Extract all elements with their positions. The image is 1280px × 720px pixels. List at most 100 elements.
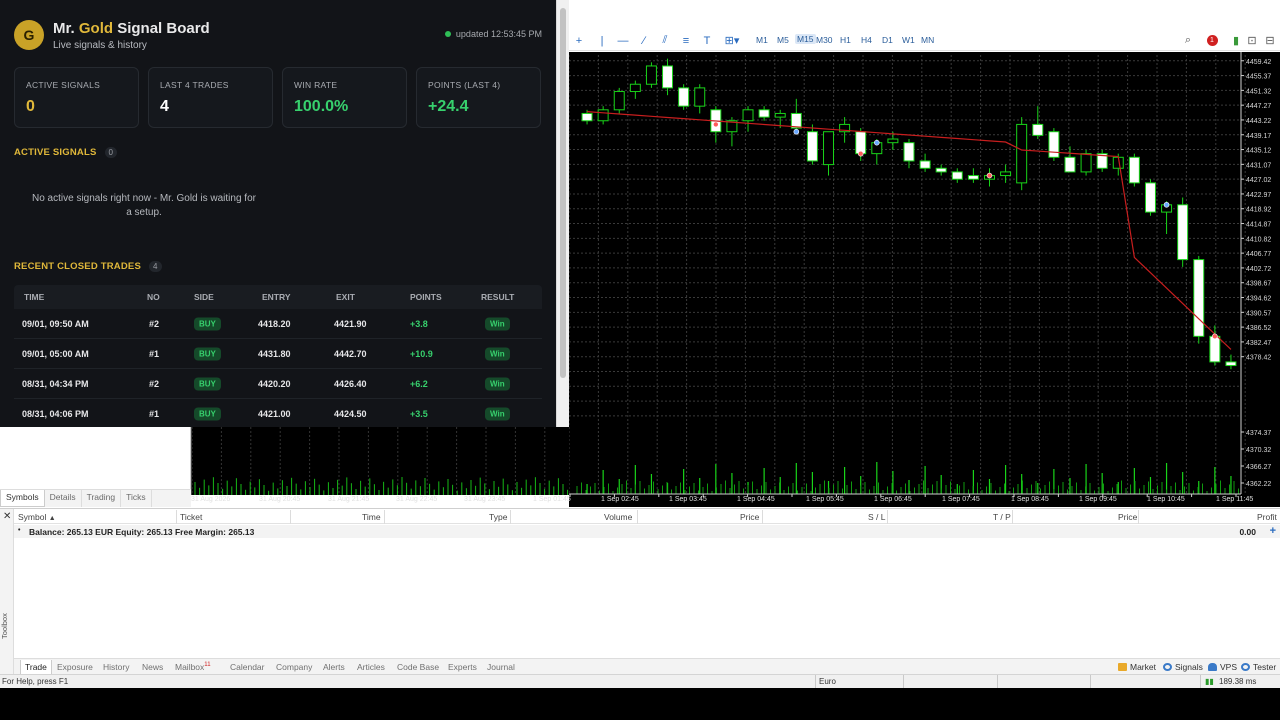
volume-histogram — [191, 427, 575, 495]
tab-symbols[interactable]: Symbols — [0, 490, 45, 507]
shapes-menu-icon[interactable]: ⊞▾ — [721, 34, 743, 47]
timeframe-m30[interactable]: M30 — [816, 35, 833, 45]
trade-time: 08/31, 04:34 PM — [22, 378, 89, 389]
time-tick-label: 31 Aug 2026 — [191, 496, 231, 503]
text-tool-icon[interactable]: T — [700, 34, 714, 47]
candle-body — [597, 109, 609, 122]
vps-button[interactable]: VPS — [1208, 662, 1237, 672]
timeframe-m15[interactable]: M15 — [795, 34, 816, 44]
layout-icon[interactable]: ⊟ — [1263, 34, 1277, 47]
candle-body — [1193, 259, 1205, 337]
col-sl[interactable]: S / L — [868, 512, 885, 522]
col-price2[interactable]: Price — [1118, 512, 1137, 522]
price-tick-label: 4414.87 — [1246, 222, 1271, 229]
board-title-suffix: Signal Board — [117, 20, 210, 37]
candle-body — [1032, 123, 1044, 136]
chart-canvas[interactable]: 4459.42 4455.37 4451.32 4447.27 4443.22 4439.… — [569, 52, 1280, 507]
price-tick-label: 4435.12 — [1246, 148, 1271, 155]
tab-code-base[interactable]: Code Base — [397, 662, 439, 672]
tab-news[interactable]: News — [142, 662, 163, 672]
candle-body — [662, 65, 674, 89]
crosshair-icon[interactable]: + — [572, 34, 586, 47]
col-symbol[interactable]: Symbol ▲ — [18, 512, 56, 522]
price-tick-label: 4366.27 — [1246, 464, 1271, 471]
channel-icon[interactable]: ⫽ — [658, 34, 672, 47]
tab-history[interactable]: History — [103, 662, 129, 672]
trade-exit: 4442.70 — [334, 348, 367, 359]
tab-experts[interactable]: Experts — [448, 662, 477, 672]
tab-journal[interactable]: Journal — [487, 662, 515, 672]
tab-articles[interactable]: Articles — [357, 662, 385, 672]
tab-trade[interactable]: Trade — [20, 660, 52, 675]
column-divider[interactable] — [762, 510, 763, 524]
column-divider[interactable] — [1138, 510, 1139, 524]
column-divider[interactable] — [176, 510, 177, 524]
scroll-thumb[interactable] — [560, 8, 566, 378]
active-signals-heading: ACTIVE SIGNALS 0 — [14, 147, 118, 158]
time-tick-label: 31 Aug 23:45 — [464, 496, 506, 503]
column-divider[interactable] — [384, 510, 385, 524]
timeframe-mn[interactable]: MN — [921, 35, 934, 45]
price-tick-label: 4443.22 — [1246, 118, 1271, 125]
trade-result-badge: Win — [485, 407, 510, 420]
market-button[interactable]: Market — [1118, 662, 1156, 672]
board-scrollbar[interactable] — [556, 0, 569, 427]
trade-result-badge: Win — [485, 347, 510, 360]
col-ticket[interactable]: Ticket — [180, 512, 202, 522]
trade-entry: 4431.80 — [258, 348, 291, 359]
col-profit[interactable]: Profit — [1257, 512, 1277, 522]
col-type[interactable]: Type — [489, 512, 507, 522]
notifications-icon[interactable]: 1 — [1203, 34, 1221, 47]
balance-row[interactable]: • Balance: 265.13 EUR Equity: 265.13 Fre… — [14, 525, 1280, 538]
horizontal-line-icon[interactable]: ― — [616, 34, 630, 47]
candle-body — [935, 167, 947, 173]
tab-mailbox-label: Mailbox — [175, 662, 205, 672]
add-icon[interactable]: + — [1270, 525, 1276, 537]
tester-button[interactable]: Tester — [1241, 662, 1276, 672]
col-volume[interactable]: Volume — [604, 512, 632, 522]
column-divider[interactable] — [290, 510, 291, 524]
column-divider[interactable] — [637, 510, 638, 524]
col-time[interactable]: Time — [362, 512, 381, 522]
column-divider[interactable] — [887, 510, 888, 524]
price-chart[interactable]: 4459.42 4455.37 4451.32 4447.27 4443.22 4439.… — [569, 52, 1280, 507]
tab-details[interactable]: Details — [45, 490, 82, 507]
time-tick-label: 1 Sep 05:45 — [806, 496, 844, 503]
tab-exposure[interactable]: Exposure — [57, 662, 93, 672]
vertical-line-icon[interactable]: | — [595, 34, 609, 47]
tab-trading[interactable]: Trading — [82, 490, 122, 507]
status-divider — [815, 675, 816, 689]
status-divider — [1090, 675, 1091, 689]
column-divider[interactable] — [510, 510, 511, 524]
search-icon[interactable]: ⌕ — [1181, 34, 1195, 47]
timeframe-h4[interactable]: H4 — [861, 35, 872, 45]
timeframe-m1[interactable]: M1 — [756, 35, 768, 45]
col-price[interactable]: Price — [740, 512, 759, 522]
tab-alerts[interactable]: Alerts — [323, 662, 345, 672]
fibonacci-icon[interactable]: ≡ — [679, 34, 693, 47]
timeframe-h1[interactable]: H1 — [840, 35, 851, 45]
tab-company[interactable]: Company — [276, 662, 312, 672]
screen-bottom-bar — [0, 688, 1280, 720]
stat-value: +24.4 — [428, 98, 469, 115]
status-profile[interactable]: Euro — [819, 677, 836, 686]
account-icon[interactable]: ⊡ — [1245, 34, 1259, 47]
tab-calendar[interactable]: Calendar — [230, 662, 265, 672]
trade-marker-icon — [1212, 333, 1218, 340]
col-tp[interactable]: T / P — [993, 512, 1011, 522]
candle-body — [1000, 171, 1012, 177]
column-divider[interactable] — [1012, 510, 1013, 524]
timeframe-m5[interactable]: M5 — [777, 35, 789, 45]
price-tick-label: 4422.97 — [1246, 192, 1271, 199]
tab-mailbox[interactable]: Mailbox11 — [175, 662, 211, 672]
candle-body — [855, 131, 867, 155]
col-result: RESULT — [481, 292, 515, 302]
price-tick-label: 4390.57 — [1246, 310, 1271, 317]
signals-button[interactable]: Signals — [1163, 662, 1203, 672]
tab-ticks[interactable]: Ticks — [121, 490, 152, 507]
trendline-icon[interactable]: ∕ — [637, 34, 651, 47]
price-tick-label: 4398.67 — [1246, 281, 1271, 288]
close-icon[interactable]: ✕ — [3, 511, 11, 522]
timeframe-w1[interactable]: W1 — [902, 35, 915, 45]
timeframe-d1[interactable]: D1 — [882, 35, 893, 45]
